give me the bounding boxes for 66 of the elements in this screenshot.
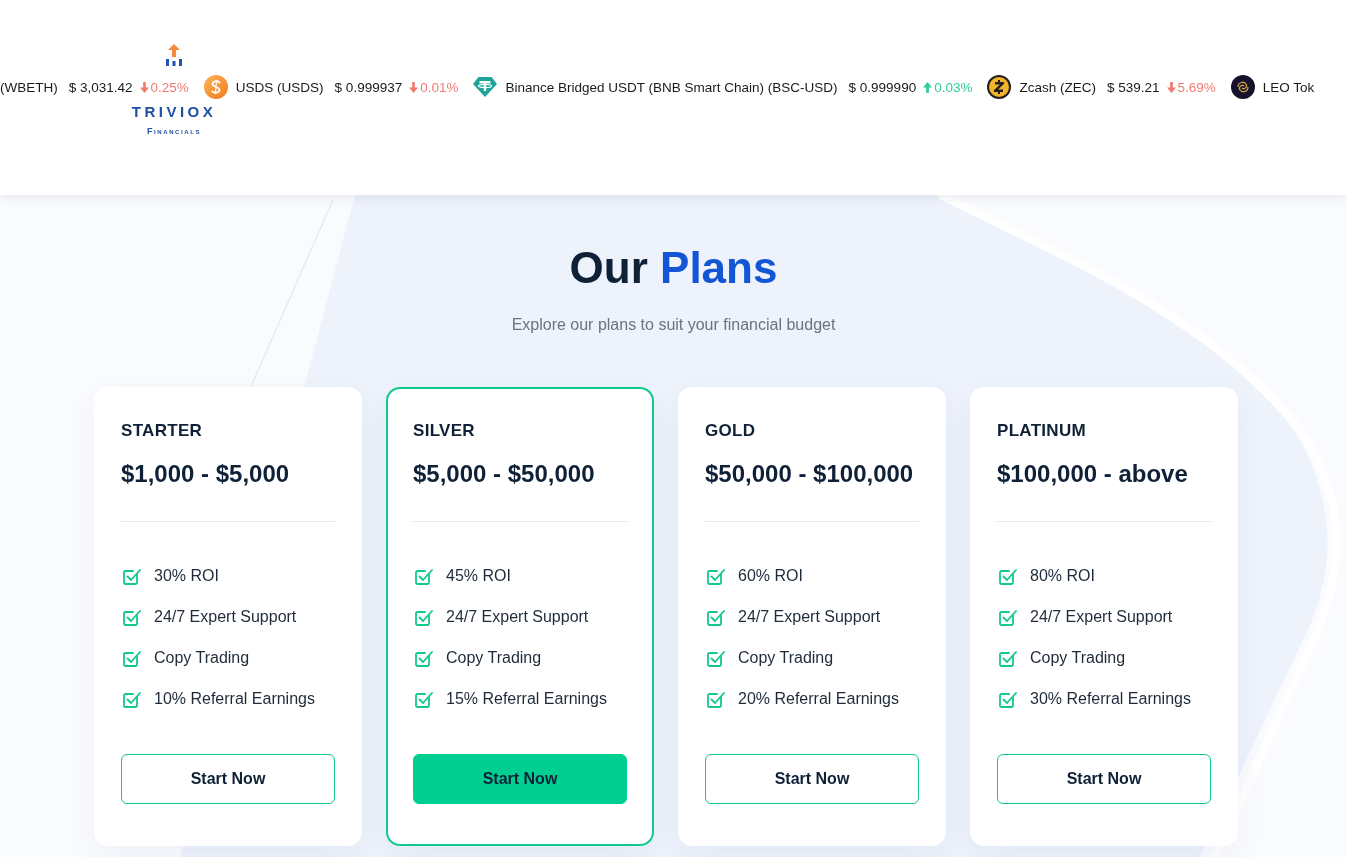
coin-name: LEO Tok <box>1262 79 1315 95</box>
plan-name: STARTER <box>121 421 204 441</box>
section-title: Our Plans <box>569 242 778 294</box>
check-icon <box>415 608 433 626</box>
check-icon <box>707 690 725 708</box>
feature-text: 24/7 Expert Support <box>1030 608 1173 626</box>
check-icon <box>707 608 725 626</box>
feature-text: 20% Referral Earnings <box>738 690 899 708</box>
logo-icon[interactable] <box>165 44 183 66</box>
coin-name: (WBETH) <box>0 79 58 95</box>
plan-name: SILVER <box>413 421 476 441</box>
feature-text: 24/7 Expert Support <box>446 608 589 626</box>
feature-text: 24/7 Expert Support <box>154 608 297 626</box>
feature-text: 30% Referral Earnings <box>1030 690 1191 708</box>
check-icon <box>123 567 141 585</box>
logo-wordmark[interactable]: TRIVIOX <box>131 104 217 120</box>
feature-text: 45% ROI <box>446 567 511 585</box>
coin-icon <box>987 75 1012 99</box>
coin-price: $ 0.999990 <box>848 79 917 95</box>
feature-text: 60% ROI <box>738 567 803 585</box>
price-change: 0.01% <box>420 79 459 95</box>
check-icon <box>999 690 1017 708</box>
check-icon <box>707 649 725 667</box>
check-icon <box>123 690 141 708</box>
coin-name: USDS (USDS) <box>235 79 324 95</box>
feature-text: Copy Trading <box>1030 649 1126 667</box>
section-subtitle: Explore our plans to suit your financial budget <box>511 315 836 335</box>
start-now-button[interactable]: Start Now <box>997 754 1211 804</box>
feature-text: Copy Trading <box>446 649 542 667</box>
gem-icon <box>473 77 498 97</box>
start-now-button[interactable]: Start Now <box>121 754 335 804</box>
plan-price: $5,000 - $50,000 <box>413 459 596 489</box>
check-icon <box>415 690 433 708</box>
feature-text: 80% ROI <box>1030 567 1095 585</box>
check-icon <box>415 649 433 667</box>
feature-text: Copy Trading <box>738 649 834 667</box>
coin-icon <box>203 75 228 99</box>
start-now-button[interactable]: Start Now <box>413 754 627 804</box>
logo-tagline: Financials <box>146 126 202 136</box>
check-icon <box>415 567 433 585</box>
check-icon <box>123 608 141 626</box>
check-icon <box>123 649 141 667</box>
coin-price: $ 0.999937 <box>334 79 403 95</box>
price-change: 5.69% <box>1177 79 1216 95</box>
plan-name: GOLD <box>705 421 757 441</box>
coin-icon <box>1230 75 1255 99</box>
check-icon <box>999 608 1017 626</box>
feature-text: 30% ROI <box>154 567 219 585</box>
feature-text: Copy Trading <box>154 649 250 667</box>
plan-name: PLATINUM <box>997 421 1087 441</box>
coin-name: Binance Bridged USDT (BNB Smart Chain) (BSC-USD) <box>505 79 838 95</box>
coin-price: $ 539.21 <box>1106 79 1160 95</box>
check-icon <box>999 649 1017 667</box>
check-icon <box>999 567 1017 585</box>
coin-name: Zcash (ZEC) <box>1019 79 1096 95</box>
coin-price: $ 3,031.42 <box>68 79 133 95</box>
price-change: 0.03% <box>934 79 973 95</box>
plan-price: $100,000 - above <box>997 459 1189 489</box>
feature-text: 24/7 Expert Support <box>738 608 881 626</box>
check-icon <box>707 567 725 585</box>
start-now-button[interactable]: Start Now <box>705 754 919 804</box>
plan-price: $50,000 - $100,000 <box>705 459 915 489</box>
feature-text: 15% Referral Earnings <box>446 690 607 708</box>
price-change: 0.25% <box>150 79 189 95</box>
feature-text: 10% Referral Earnings <box>154 690 315 708</box>
plan-price: $1,000 - $5,000 <box>121 459 291 489</box>
